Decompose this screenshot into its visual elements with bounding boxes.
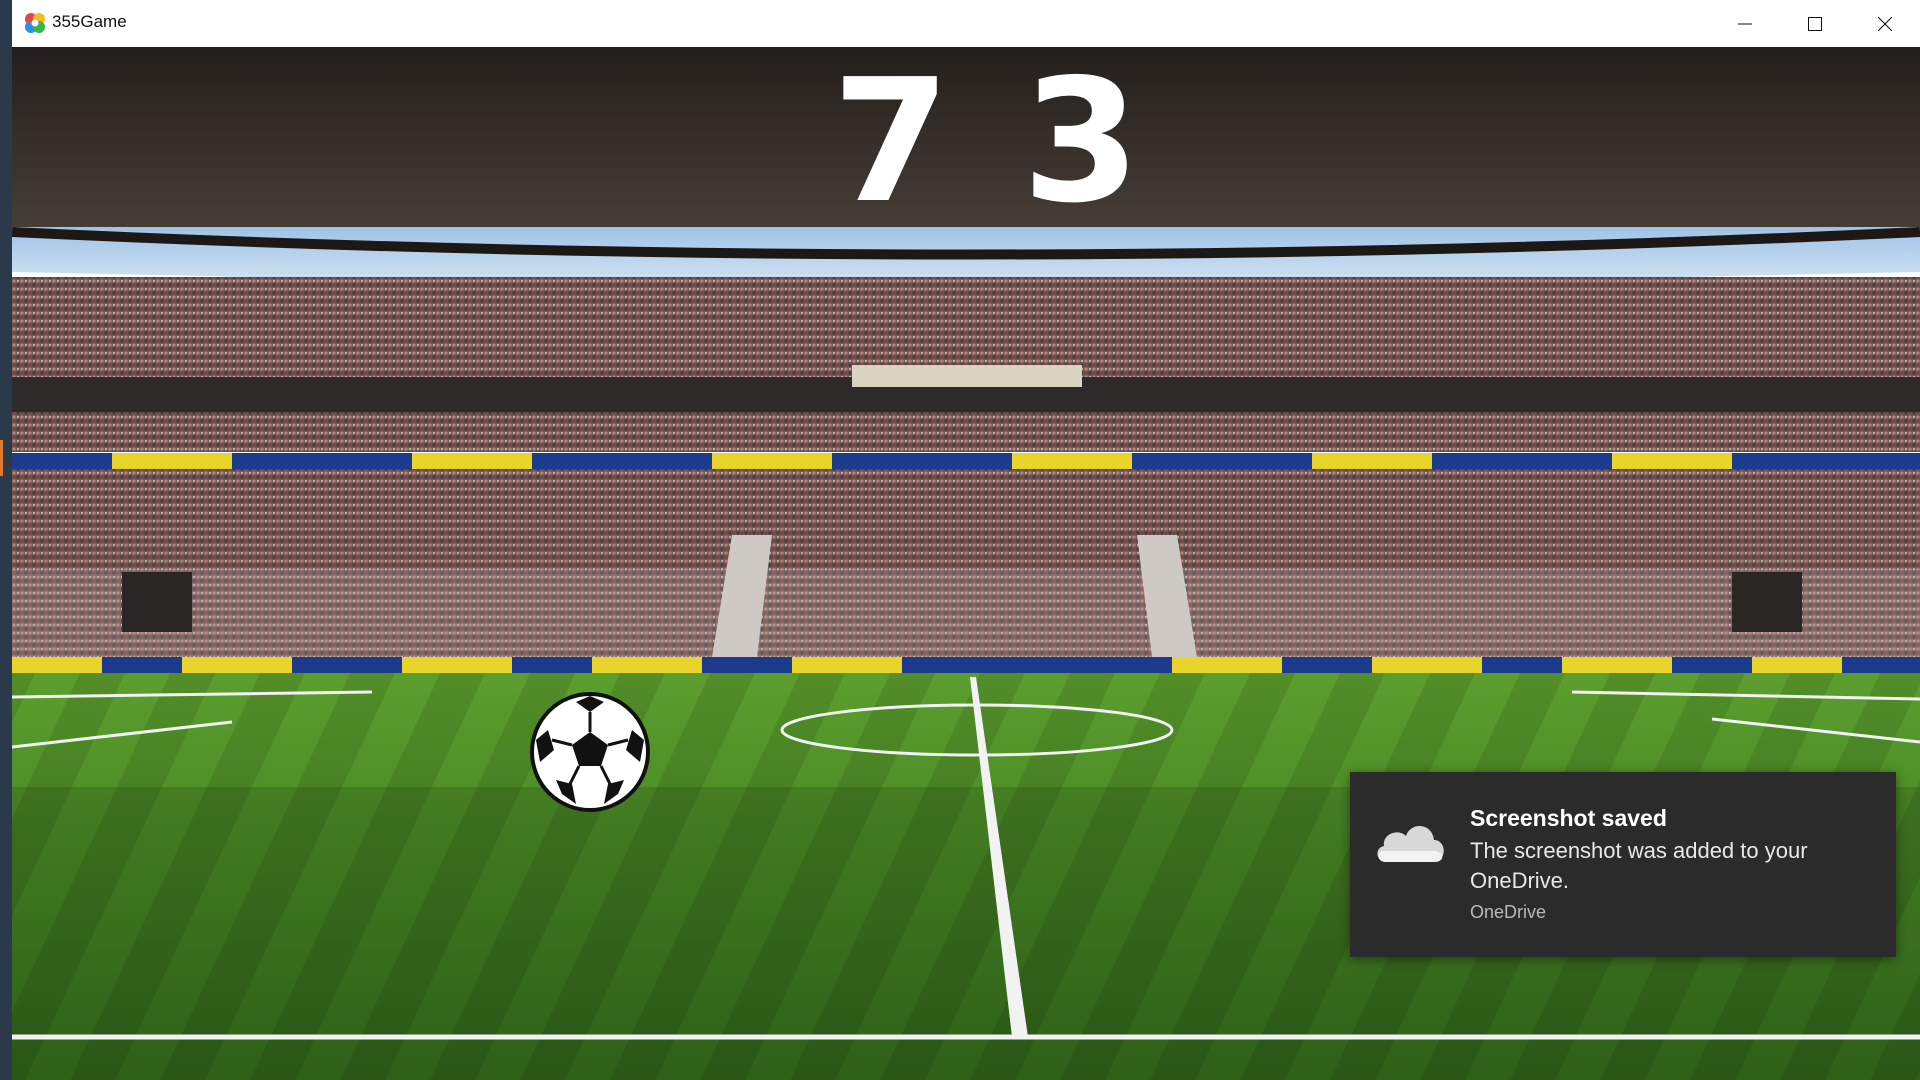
minimize-icon [1738,23,1752,24]
title-bar[interactable]: 355Game [12,0,1920,48]
close-button[interactable] [1850,0,1920,47]
onedrive-cloud-icon [1377,825,1444,862]
minimize-button[interactable] [1710,0,1780,47]
window-title: 355Game [52,12,127,31]
score-left: 7 [832,47,950,241]
score-right: 3 [1022,47,1140,241]
soccer-ball-icon[interactable] [528,690,652,814]
maximize-button[interactable] [1780,0,1850,47]
toast-source: OneDrive [1470,902,1547,922]
maximize-icon [1808,16,1822,31]
app-window: 355Game 7 3 Screenshot saved The screens… [12,0,1920,1080]
colorful-pinwheel-icon [25,13,45,33]
taskbar-indicator [0,440,3,476]
toast-body: The screenshot was added to your OneDriv… [1470,838,1808,893]
screenshot-saved-toast[interactable]: Screenshot saved The screenshot was adde… [1350,772,1896,957]
close-icon [1878,16,1892,31]
desktop-edge [0,0,12,1080]
toast-title: Screenshot saved [1470,805,1667,831]
